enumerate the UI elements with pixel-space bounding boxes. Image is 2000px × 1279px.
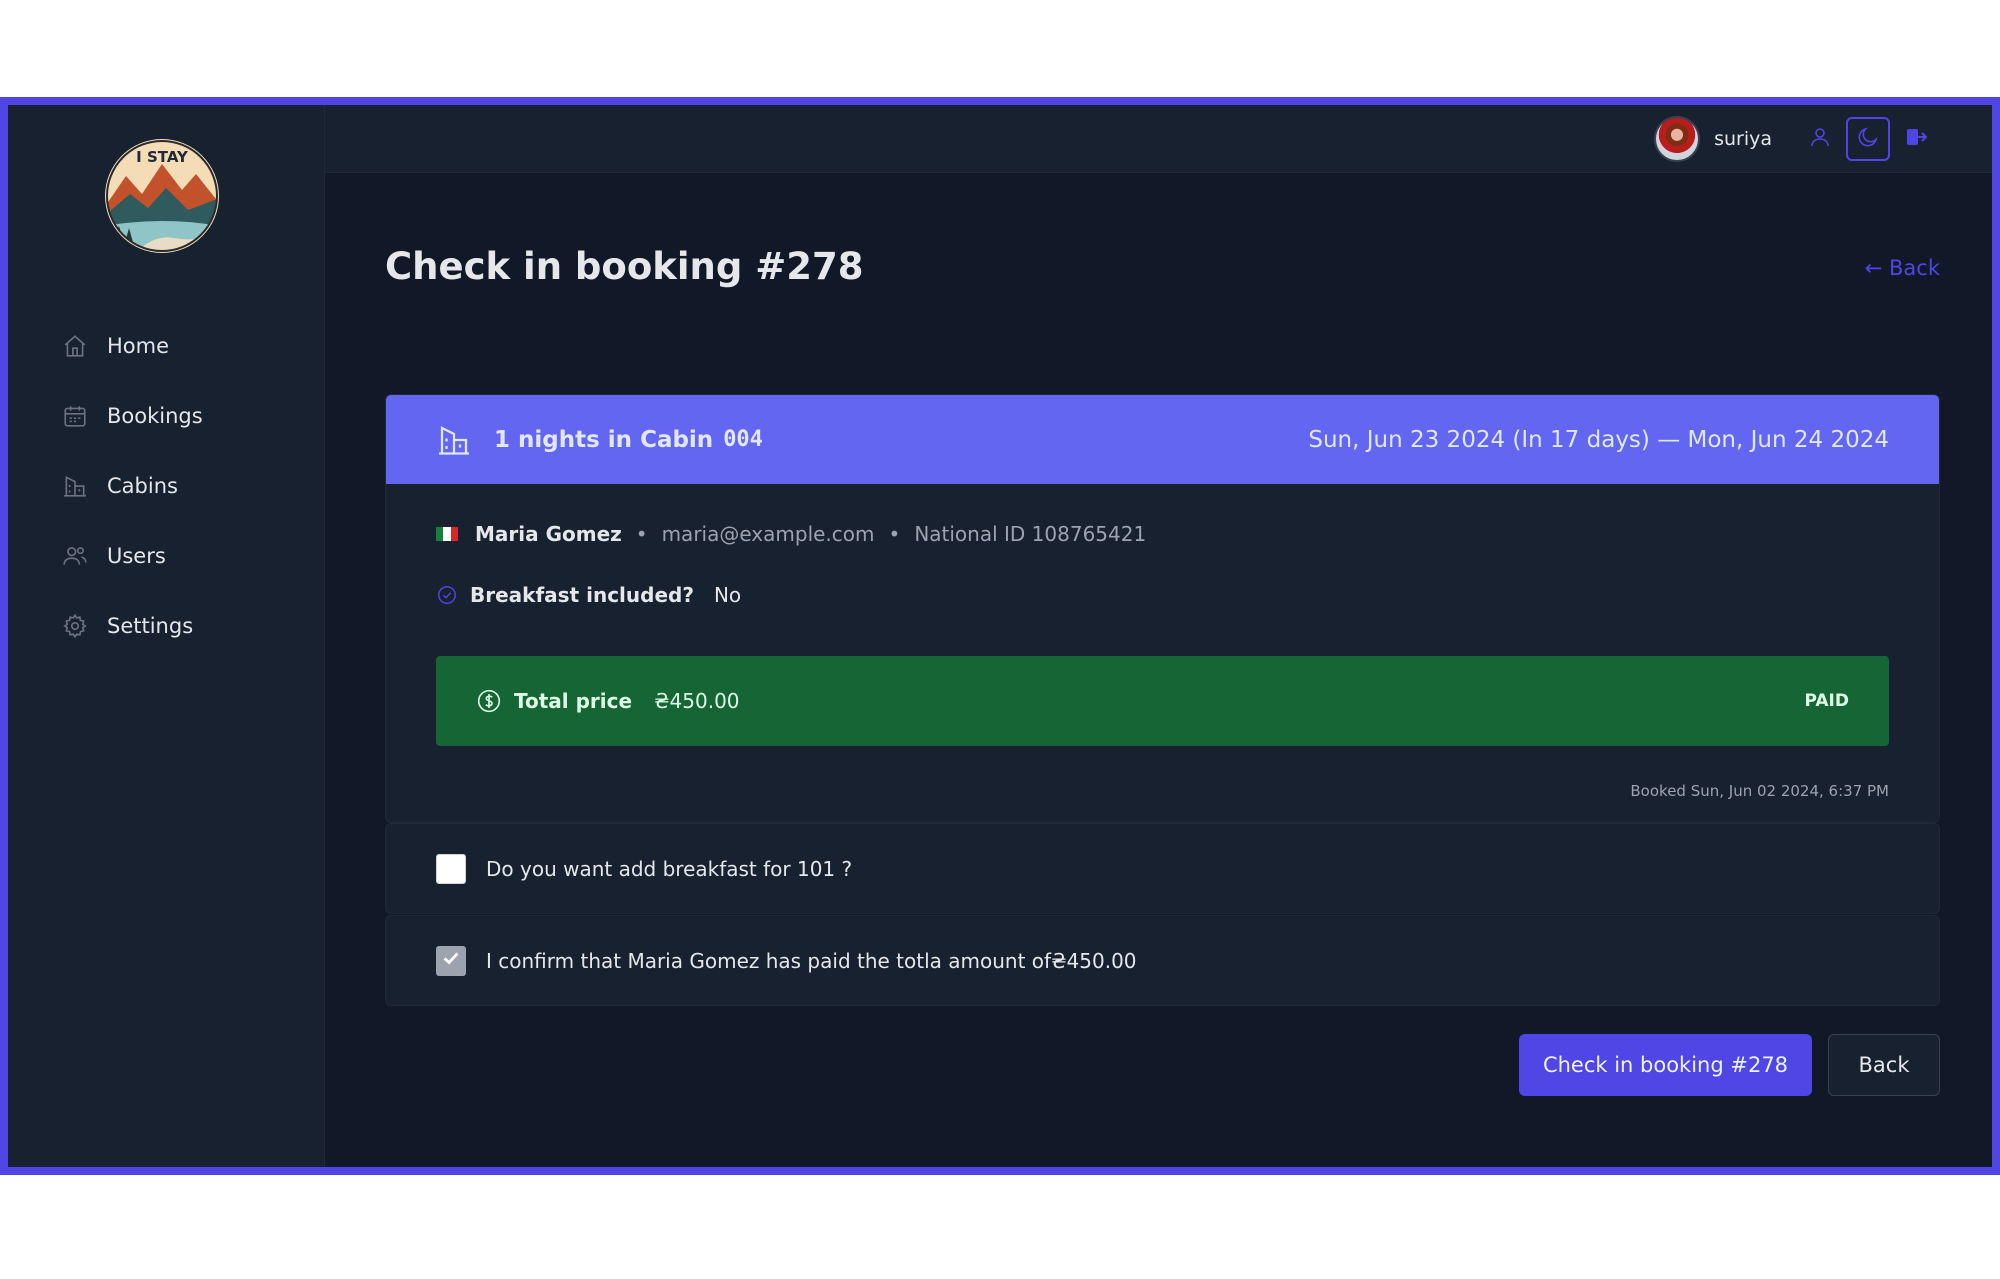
nights-text: 1 nights in Cabin xyxy=(494,426,714,453)
breakfast-label: Breakfast included? xyxy=(470,583,694,607)
sidebar-item-label: Cabins xyxy=(107,474,178,498)
breakfast-info: Breakfast included? No xyxy=(436,583,741,607)
total-price: Total price ₴450.00 xyxy=(476,688,740,714)
building-icon xyxy=(61,472,89,500)
calendar-icon xyxy=(61,402,89,430)
account-button[interactable] xyxy=(1798,117,1842,161)
logo-text: I STAY xyxy=(136,148,189,166)
sidebar-item-cabins[interactable]: Cabins xyxy=(8,451,324,521)
user-icon xyxy=(1808,125,1832,153)
sidebar-item-label: Home xyxy=(107,334,170,358)
top-header: suriya xyxy=(325,105,1992,173)
booking-dates: Sun, Jun 23 2024 (In 17 days) — Mon, Jun… xyxy=(1308,426,1889,453)
moon-icon xyxy=(1856,125,1880,153)
guest-name: Maria Gomez xyxy=(475,522,622,546)
action-buttons: Check in booking #278 Back xyxy=(1519,1034,1940,1096)
checkin-content: Check in booking #278 ← Back 1 nights in… xyxy=(385,173,1940,1096)
sidebar: I STAY Home Bookings Cabins Users Settin… xyxy=(8,105,325,1167)
national-id: National ID 108765421 xyxy=(914,522,1147,546)
title-row: Check in booking #278 ← Back xyxy=(385,173,1940,288)
sidebar-item-label: Settings xyxy=(107,614,194,638)
back-link[interactable]: ← Back xyxy=(1865,256,1940,280)
booking-detail-card: 1 nights in Cabin 004 Sun, Jun 23 2024 (… xyxy=(385,394,1940,823)
users-icon xyxy=(61,542,89,570)
dark-mode-toggle[interactable] xyxy=(1846,116,1890,161)
dollar-circle-icon xyxy=(476,688,502,714)
cabin-summary: 1 nights in Cabin 004 xyxy=(436,422,763,458)
check-in-button[interactable]: Check in booking #278 xyxy=(1519,1034,1812,1096)
separator-dot: • xyxy=(888,522,901,546)
check-circle-icon xyxy=(436,584,458,606)
logout-icon xyxy=(1904,125,1928,153)
main-area: suriya Check in booking #278 ← Back 1 ni… xyxy=(325,105,1992,1167)
sidebar-item-bookings[interactable]: Bookings xyxy=(8,381,324,451)
sidebar-item-users[interactable]: Users xyxy=(8,521,324,591)
sidebar-item-home[interactable]: Home xyxy=(8,311,324,381)
total-price-box: Total price ₴450.00 PAID xyxy=(436,656,1889,746)
home-icon xyxy=(61,332,89,360)
guest-email: maria@example.com xyxy=(661,522,875,546)
confirm-paid-label[interactable]: I confirm that Maria Gomez has paid the … xyxy=(486,949,1137,973)
guest-info: Maria Gomez • maria@example.com • Nation… xyxy=(436,522,1146,546)
cabin-number: 004 xyxy=(723,427,763,452)
confirm-paid-row: I confirm that Maria Gomez has paid the … xyxy=(385,915,1940,1006)
booked-timestamp: Booked Sun, Jun 02 2024, 6:37 PM xyxy=(1630,782,1889,800)
sidebar-item-label: Users xyxy=(107,544,166,568)
logout-button[interactable] xyxy=(1894,117,1938,161)
booking-summary-header: 1 nights in Cabin 004 Sun, Jun 23 2024 (… xyxy=(386,395,1939,484)
back-button[interactable]: Back xyxy=(1828,1034,1940,1096)
total-price-value: ₴450.00 xyxy=(654,689,740,713)
app-window: I STAY Home Bookings Cabins Users Settin… xyxy=(8,105,1992,1167)
gear-icon xyxy=(61,612,89,640)
app-frame: I STAY Home Bookings Cabins Users Settin… xyxy=(0,97,2000,1175)
breakfast-value: No xyxy=(713,583,742,607)
mexico-flag-icon xyxy=(436,527,458,541)
app-logo: I STAY xyxy=(104,138,220,254)
page-title: Check in booking #278 xyxy=(385,245,864,288)
add-breakfast-label[interactable]: Do you want add breakfast for 101 ? xyxy=(486,857,852,881)
add-breakfast-checkbox[interactable] xyxy=(436,853,466,884)
separator-dot: • xyxy=(635,522,648,546)
avatar xyxy=(1654,115,1701,162)
checkmark-icon xyxy=(440,947,462,974)
building-icon xyxy=(436,422,472,458)
total-price-label: Total price xyxy=(514,689,633,713)
sidebar-nav: Home Bookings Cabins Users Settings xyxy=(8,311,324,661)
paid-status-badge: PAID xyxy=(1804,691,1850,711)
confirm-paid-checkbox[interactable] xyxy=(436,945,466,976)
username: suriya xyxy=(1714,127,1772,150)
sidebar-item-settings[interactable]: Settings xyxy=(8,591,324,661)
sidebar-item-label: Bookings xyxy=(107,404,203,428)
add-breakfast-row: Do you want add breakfast for 101 ? xyxy=(385,823,1940,914)
